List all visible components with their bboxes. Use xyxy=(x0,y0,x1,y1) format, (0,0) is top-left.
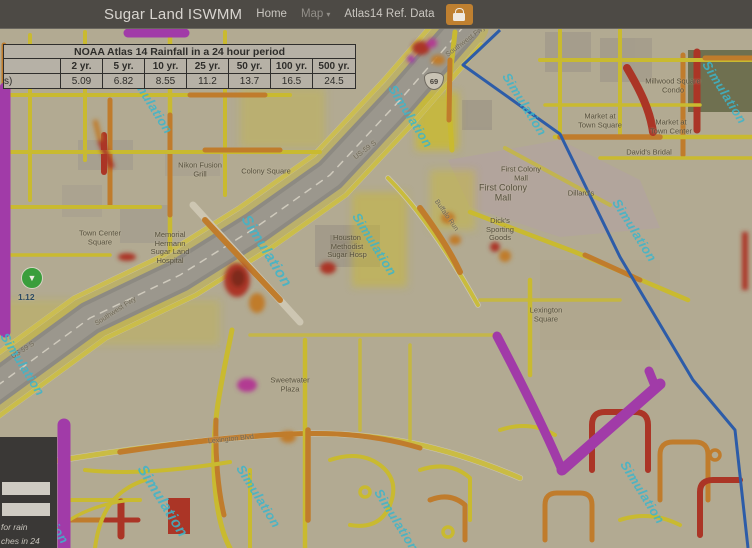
table-corner-cell xyxy=(4,59,61,74)
place-label-nikon-fusion-grill: Nikon Fusion Grill xyxy=(178,161,222,178)
map-marker-label: 1.12 xyxy=(18,292,35,302)
chevron-down-icon: ▾ xyxy=(326,10,330,19)
table-header: 100 yr. xyxy=(271,59,313,74)
place-label-sweetwater-plaza: Sweetwater Plaza xyxy=(270,376,309,393)
place-label-dillards: Dillard's xyxy=(568,190,594,199)
lock-button[interactable] xyxy=(446,4,473,25)
place-label-town-center-square: Town Center Square xyxy=(79,229,121,246)
rainfall-table: NOAA Atlas 14 Rainfall in a 24 hour peri… xyxy=(3,44,356,89)
panel-input-2[interactable] xyxy=(2,503,50,516)
down-arrow-icon: ▼ xyxy=(28,274,37,283)
main-nav: Home Map▾ Atlas14 Ref. Data xyxy=(256,8,434,20)
nav-map[interactable]: Map▾ xyxy=(301,8,330,20)
nav-atlas14-ref-data[interactable]: Atlas14 Ref. Data xyxy=(344,8,434,20)
table-header: 2 yr. xyxy=(61,59,103,74)
table-row-label: s) xyxy=(4,74,61,89)
table-value: 24.5 xyxy=(313,74,356,89)
place-label-memorial-hermann: Memorial Hermann Sugar Land Hospital xyxy=(151,231,190,266)
table-value: 13.7 xyxy=(229,74,271,89)
table-value: 8.55 xyxy=(145,74,187,89)
table-value: 5.09 xyxy=(61,74,103,89)
nav-home[interactable]: Home xyxy=(256,8,287,20)
table-header: 50 yr. xyxy=(229,59,271,74)
rainfall-table-title: NOAA Atlas 14 Rainfall in a 24 hour peri… xyxy=(4,45,356,59)
table-header: 25 yr. xyxy=(187,59,229,74)
bottom-left-panel: for rain ches in 24 xyxy=(0,437,57,548)
place-label-colony-square: Colony Square xyxy=(241,168,291,177)
place-label-first-colony-mall-small: First Colony Mall xyxy=(501,165,541,182)
place-label-market-at-town-center: Market at Town Center xyxy=(650,118,692,135)
map-marker[interactable]: ▼ xyxy=(21,267,43,289)
panel-clipped-text-1: for rain xyxy=(1,522,27,532)
table-value: 16.5 xyxy=(271,74,313,89)
place-label-lexington-square: Lexington Square xyxy=(530,306,563,323)
place-label-millwood-square-condo: Millwood Square Condo xyxy=(645,77,700,94)
app-window: Sugar Land ISWMM Home Map▾ Atlas14 Ref. … xyxy=(0,0,752,548)
place-label-first-colony-mall: First Colony Mall xyxy=(479,183,527,204)
table-header: 500 yr. xyxy=(313,59,356,74)
table-header: 10 yr. xyxy=(145,59,187,74)
place-label-dicks-sporting-goods: Dick's Sporting Goods xyxy=(486,217,514,243)
top-toolbar: Sugar Land ISWMM Home Map▾ Atlas14 Ref. … xyxy=(0,0,752,29)
place-label-davids-bridal: David's Bridal xyxy=(626,149,672,158)
panel-clipped-text-2: ches in 24 xyxy=(1,536,40,546)
table-value: 11.2 xyxy=(187,74,229,89)
table-header: 5 yr. xyxy=(103,59,145,74)
table-value: 6.82 xyxy=(103,74,145,89)
app-title: Sugar Land ISWMM xyxy=(104,6,242,23)
panel-input-1[interactable] xyxy=(2,482,50,495)
place-label-market-at-town-square: Market at Town Square xyxy=(578,112,622,129)
